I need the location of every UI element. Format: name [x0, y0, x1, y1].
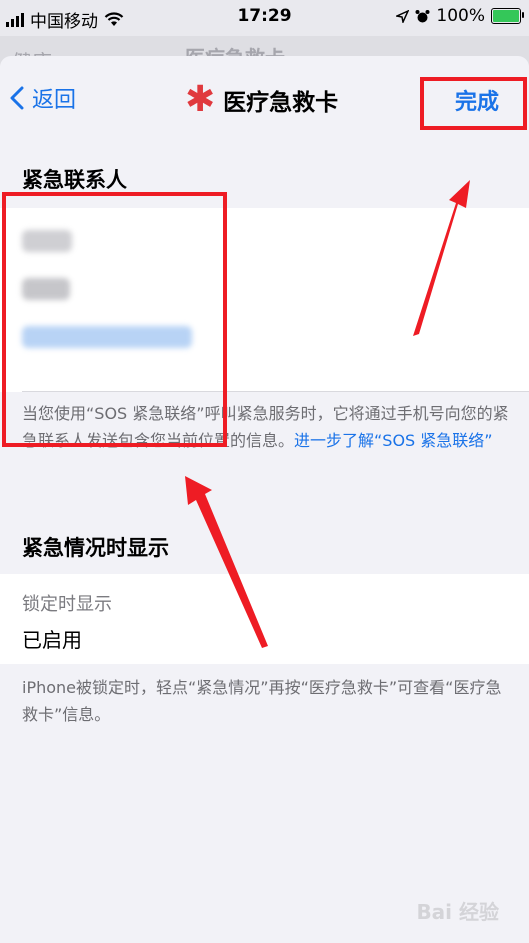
annotation-arrows: [185, 180, 470, 648]
watermark: Bai 经验: [416, 900, 499, 924]
annotation-arrow-up-right: [413, 180, 470, 336]
annotation-arrow-to-contacts: [185, 476, 268, 648]
